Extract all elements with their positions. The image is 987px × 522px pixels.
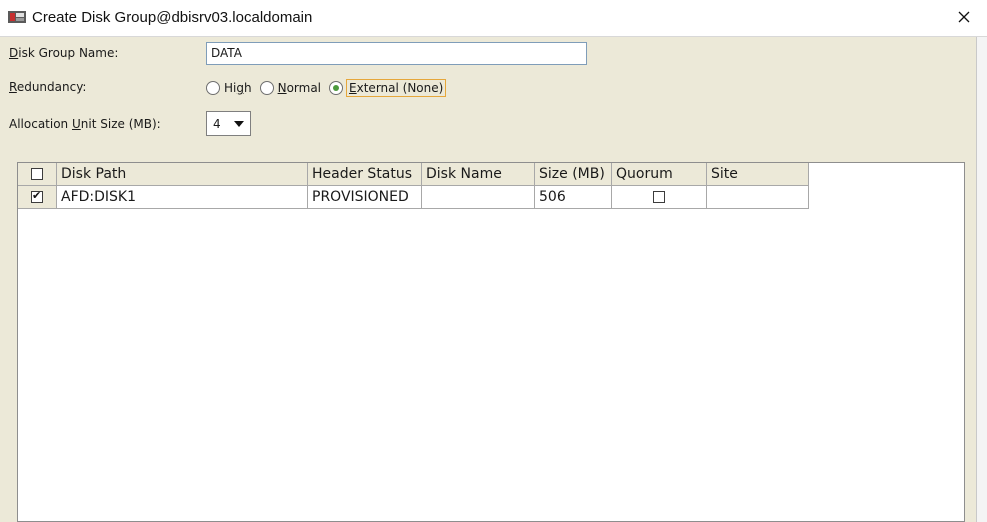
allocation-unit-size-select[interactable]: 4 (206, 111, 251, 136)
close-icon (958, 11, 970, 26)
radio-high-circle[interactable] (206, 81, 220, 95)
quorum-checkbox[interactable] (653, 191, 665, 203)
radio-external[interactable]: External (None) (329, 79, 447, 97)
cell-header-status[interactable]: PROVISIONED (308, 186, 422, 209)
row-select-cell (18, 186, 57, 209)
cell-size[interactable]: 506 (535, 186, 612, 209)
select-all-cell (18, 163, 57, 186)
title-bar: Create Disk Group@dbisrv03.localdomain (0, 0, 987, 37)
table-row[interactable]: AFD:DISK1 PROVISIONED 506 (18, 186, 809, 209)
table-header: Disk Path Header Status Disk Name Size (… (18, 163, 809, 186)
cell-site[interactable] (707, 186, 809, 209)
column-header-disk-path[interactable]: Disk Path (57, 163, 308, 186)
select-all-checkbox[interactable] (31, 168, 43, 180)
dialog-content: Disk Group Name: DATA Redundancy: High N… (0, 37, 976, 522)
app-icon (8, 10, 26, 24)
radio-high-label[interactable]: High (224, 81, 252, 95)
radio-high[interactable]: High (206, 81, 252, 95)
column-header-size[interactable]: Size (MB) (535, 163, 612, 186)
disk-group-name-input[interactable]: DATA (206, 42, 587, 65)
redundancy-label: Redundancy: (9, 80, 87, 94)
column-header-quorum[interactable]: Quorum (612, 163, 707, 186)
background-window-strip (976, 37, 987, 522)
close-button[interactable] (941, 0, 987, 36)
row-select-checkbox[interactable] (31, 189, 43, 203)
radio-external-circle[interactable] (329, 81, 344, 95)
cell-disk-name[interactable] (422, 186, 535, 209)
disk-table: Disk Path Header Status Disk Name Size (… (17, 162, 965, 522)
disk-group-name-label: Disk Group Name: (9, 46, 119, 60)
redundancy-radio-group: High Normal External (None) (206, 77, 453, 99)
allocation-unit-size-value: 4 (213, 116, 221, 131)
radio-external-label[interactable]: External (None) (346, 79, 447, 97)
radio-normal-circle[interactable] (259, 81, 274, 95)
cell-disk-path[interactable]: AFD:DISK1 (57, 186, 308, 209)
allocation-unit-size-label: Allocation Unit Size (MB): (9, 117, 161, 131)
column-header-disk-name[interactable]: Disk Name (422, 163, 535, 186)
column-header-header-status[interactable]: Header Status (308, 163, 422, 186)
chevron-down-icon[interactable] (234, 120, 244, 127)
window-title: Create Disk Group@dbisrv03.localdomain (32, 9, 313, 26)
radio-normal[interactable]: Normal (259, 81, 321, 95)
radio-normal-label[interactable]: Normal (278, 81, 321, 95)
column-header-site[interactable]: Site (707, 163, 809, 186)
cell-quorum (612, 186, 707, 209)
